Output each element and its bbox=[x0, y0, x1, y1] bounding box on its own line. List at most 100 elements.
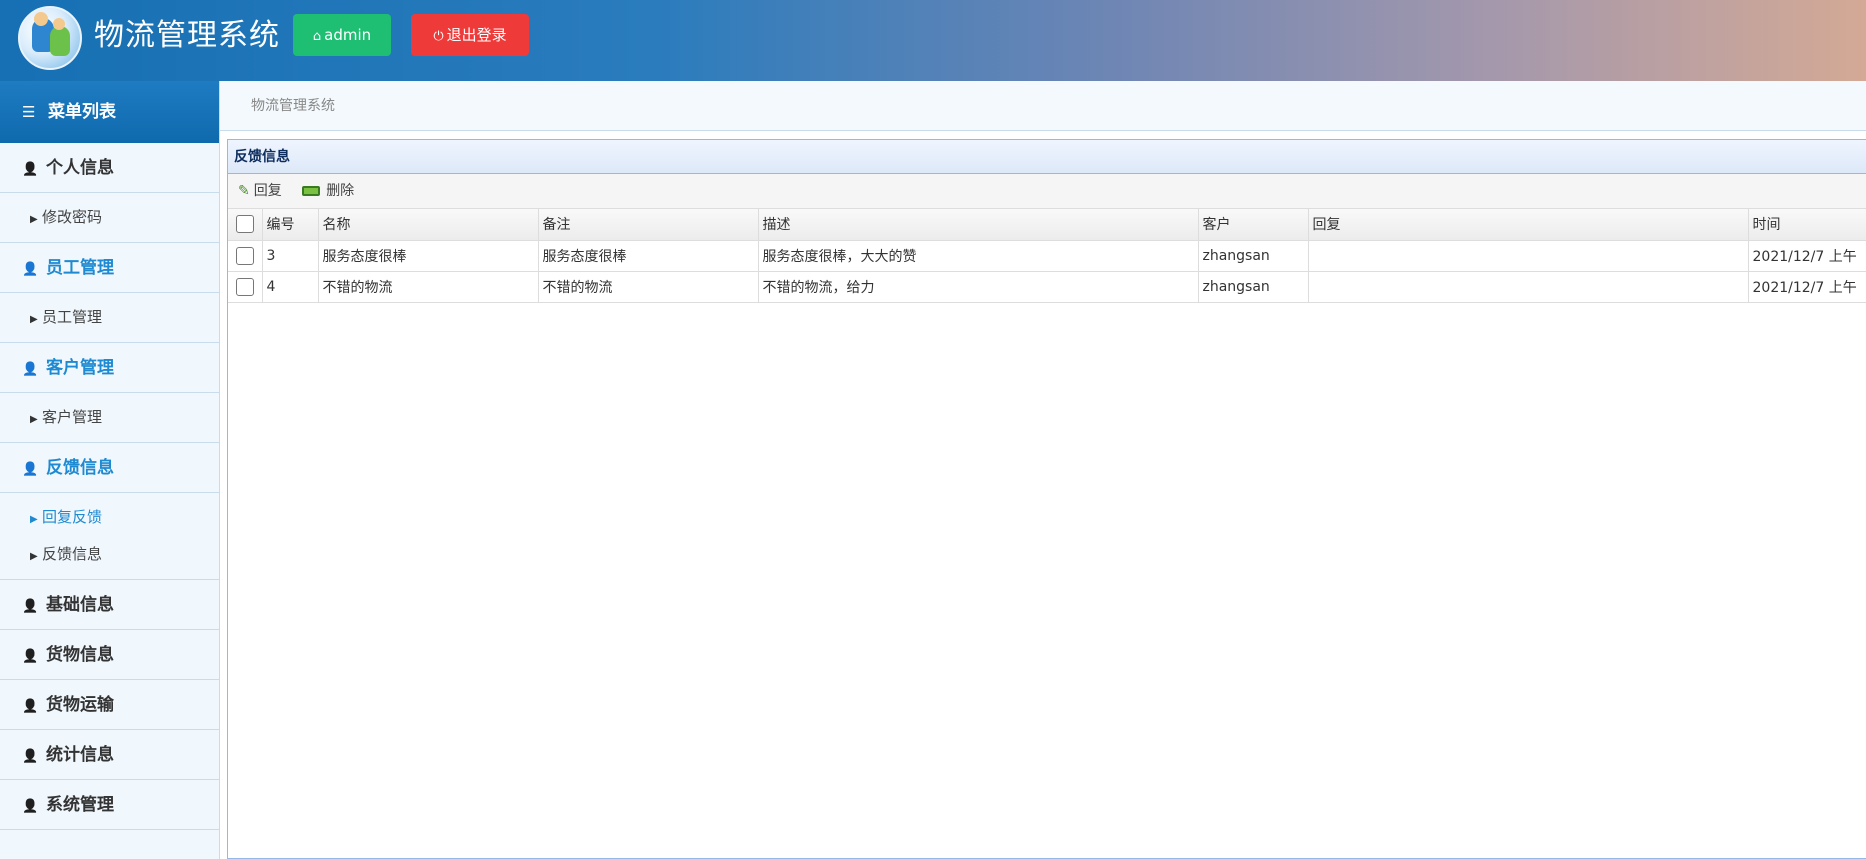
app-logo bbox=[18, 6, 82, 70]
user-icon: 👤 bbox=[22, 599, 39, 614]
user-icon: 👤 bbox=[22, 162, 39, 177]
column-header-remark[interactable]: 备注 bbox=[538, 209, 759, 241]
user-icon: 👤 bbox=[22, 262, 39, 277]
cell-reply bbox=[1308, 240, 1749, 272]
home-icon: ⌂ bbox=[312, 29, 322, 44]
sidebar-item-0-0[interactable]: ▶ 修改密码 bbox=[0, 199, 219, 236]
caret-right-icon: ▶ bbox=[30, 214, 38, 225]
sidebar-submenu: ▶ 回复反馈 ▶ 反馈信息 bbox=[0, 493, 219, 580]
cell-id: 3 bbox=[262, 240, 319, 272]
logout-button[interactable]: ⏻ 退出登录 bbox=[411, 14, 529, 56]
battery-icon bbox=[302, 186, 321, 196]
column-header-time[interactable]: 时间 bbox=[1748, 209, 1866, 241]
table-row[interactable]: 3 服务态度很棒 服务态度很棒 服务态度很棒，大大的赞 zhangsan 202… bbox=[228, 240, 1866, 272]
sidebar-item-3-1[interactable]: ▶ 反馈信息 bbox=[0, 536, 219, 573]
panel-title: 反馈信息 bbox=[228, 140, 1866, 174]
delete-button[interactable]: 删除 bbox=[302, 174, 354, 209]
caret-right-icon: ▶ bbox=[30, 514, 38, 525]
sidebar-submenu: ▶ 修改密码 bbox=[0, 193, 219, 243]
cell-remark: 不错的物流 bbox=[538, 271, 759, 303]
sidebar-group-1[interactable]: 👤 员工管理 bbox=[0, 243, 219, 293]
user-icon: 👤 bbox=[22, 649, 39, 664]
sidebar-group-label: 货物运输 bbox=[46, 695, 114, 715]
cell-customer: zhangsan bbox=[1198, 240, 1309, 272]
cell-id: 4 bbox=[262, 271, 319, 303]
admin-button[interactable]: ⌂ admin bbox=[293, 14, 391, 56]
toolbar: ✎ 回复 删除 bbox=[228, 174, 1866, 209]
sidebar-item-label: 回复反馈 bbox=[42, 508, 103, 526]
breadcrumb-bar: 物流管理系统 bbox=[220, 81, 1866, 131]
sidebar-item-3-0[interactable]: ▶ 回复反馈 bbox=[0, 499, 219, 536]
select-all-checkbox[interactable] bbox=[235, 215, 254, 234]
sidebar-group-8[interactable]: 👤 系统管理 bbox=[0, 780, 219, 830]
sidebar-group-7[interactable]: 👤 统计信息 bbox=[0, 730, 219, 780]
sidebar-group-4[interactable]: 👤 基础信息 bbox=[0, 580, 219, 630]
caret-right-icon: ▶ bbox=[30, 551, 38, 562]
sidebar-item-2-0[interactable]: ▶ 客户管理 bbox=[0, 399, 219, 436]
reply-button[interactable]: ✎ 回复 bbox=[238, 174, 282, 209]
sidebar-item-label: 员工管理 bbox=[42, 308, 103, 326]
cell-customer: zhangsan bbox=[1198, 271, 1309, 303]
sidebar-group-label: 基础信息 bbox=[46, 595, 114, 615]
menu-header: ☰ 菜单列表 bbox=[0, 81, 219, 143]
table-row[interactable]: 4 不错的物流 不错的物流 不错的物流，给力 zhangsan 2021/12/… bbox=[228, 271, 1866, 303]
column-header-customer[interactable]: 客户 bbox=[1198, 209, 1309, 241]
user-icon: 👤 bbox=[22, 362, 39, 377]
caret-right-icon: ▶ bbox=[30, 314, 38, 325]
sidebar-group-label: 反馈信息 bbox=[46, 458, 114, 478]
cell-time: 2021/12/7 上午 bbox=[1748, 240, 1866, 272]
user-icon: 👤 bbox=[22, 799, 39, 814]
sidebar-submenu: ▶ 客户管理 bbox=[0, 393, 219, 443]
table-header-row: 编号 名称 备注 描述 客户 回复 时间 bbox=[228, 209, 1866, 241]
top-header: 物流管理系统 ⌂ admin ⏻ 退出登录 bbox=[0, 0, 1866, 81]
sidebar-group-label: 个人信息 bbox=[46, 158, 114, 178]
cell-desc: 服务态度很棒，大大的赞 bbox=[758, 240, 1199, 272]
menu-title: 菜单列表 bbox=[48, 102, 116, 122]
feedback-panel: 反馈信息 ✎ 回复 删除 编号 名称 备注 描述 客户 回复 时间 3 服务态度… bbox=[227, 139, 1866, 859]
row-select-cell bbox=[228, 271, 263, 303]
sidebar-item-label: 反馈信息 bbox=[42, 545, 103, 563]
breadcrumb: 物流管理系统 bbox=[251, 98, 335, 114]
column-header-desc[interactable]: 描述 bbox=[758, 209, 1199, 241]
row-checkbox[interactable] bbox=[235, 277, 254, 296]
sidebar-group-3[interactable]: 👤 反馈信息 bbox=[0, 443, 219, 493]
row-checkbox[interactable] bbox=[235, 246, 254, 265]
sidebar-group-label: 系统管理 bbox=[46, 795, 114, 815]
user-icon: 👤 bbox=[22, 699, 39, 714]
sidebar-group-2[interactable]: 👤 客户管理 bbox=[0, 343, 219, 393]
admin-label: admin bbox=[324, 26, 372, 44]
cell-name: 不错的物流 bbox=[318, 271, 539, 303]
caret-right-icon: ▶ bbox=[30, 414, 38, 425]
sidebar-item-label: 修改密码 bbox=[42, 208, 103, 226]
sidebar-group-label: 货物信息 bbox=[46, 645, 114, 665]
row-select-cell bbox=[228, 240, 263, 272]
user-icon: 👤 bbox=[22, 749, 39, 764]
column-header-name[interactable]: 名称 bbox=[318, 209, 539, 241]
sidebar-item-1-0[interactable]: ▶ 员工管理 bbox=[0, 299, 219, 336]
cell-time: 2021/12/7 上午 bbox=[1748, 271, 1866, 303]
column-header-id[interactable]: 编号 bbox=[262, 209, 319, 241]
cell-desc: 不错的物流，给力 bbox=[758, 271, 1199, 303]
sidebar-group-label: 统计信息 bbox=[46, 745, 114, 765]
cell-remark: 服务态度很棒 bbox=[538, 240, 759, 272]
sidebar-group-0[interactable]: 👤 个人信息 bbox=[0, 143, 219, 193]
reply-label: 回复 bbox=[253, 183, 282, 199]
list-icon: ☰ bbox=[22, 103, 36, 121]
menu-groups: 👤 个人信息 ▶ 修改密码 👤 员工管理 ▶ 员工管理 👤 客户管理 ▶ 客户管理 👤 反馈信息 ▶ 回复反馈… bbox=[0, 143, 219, 830]
sidebar-submenu: ▶ 员工管理 bbox=[0, 293, 219, 343]
user-icon: 👤 bbox=[22, 462, 39, 477]
sidebar: ☰ 菜单列表 👤 个人信息 ▶ 修改密码 👤 员工管理 ▶ 员工管理 👤 客户管理 ▶ 客户管理 👤 反馈信… bbox=[0, 81, 220, 859]
app-title: 物流管理系统 bbox=[94, 18, 280, 53]
sidebar-group-5[interactable]: 👤 货物信息 bbox=[0, 630, 219, 680]
logout-label: 退出登录 bbox=[446, 26, 507, 44]
delete-label: 删除 bbox=[326, 183, 355, 199]
sidebar-group-6[interactable]: 👤 货物运输 bbox=[0, 680, 219, 730]
pencil-icon: ✎ bbox=[238, 183, 250, 199]
cell-name: 服务态度很棒 bbox=[318, 240, 539, 272]
sidebar-group-label: 客户管理 bbox=[46, 358, 114, 378]
cell-reply bbox=[1308, 271, 1749, 303]
sidebar-item-label: 客户管理 bbox=[42, 408, 103, 426]
select-all-cell bbox=[228, 209, 263, 241]
column-header-reply[interactable]: 回复 bbox=[1308, 209, 1749, 241]
feedback-table: 编号 名称 备注 描述 客户 回复 时间 3 服务态度很棒 服务态度很棒 服务态… bbox=[228, 209, 1866, 303]
